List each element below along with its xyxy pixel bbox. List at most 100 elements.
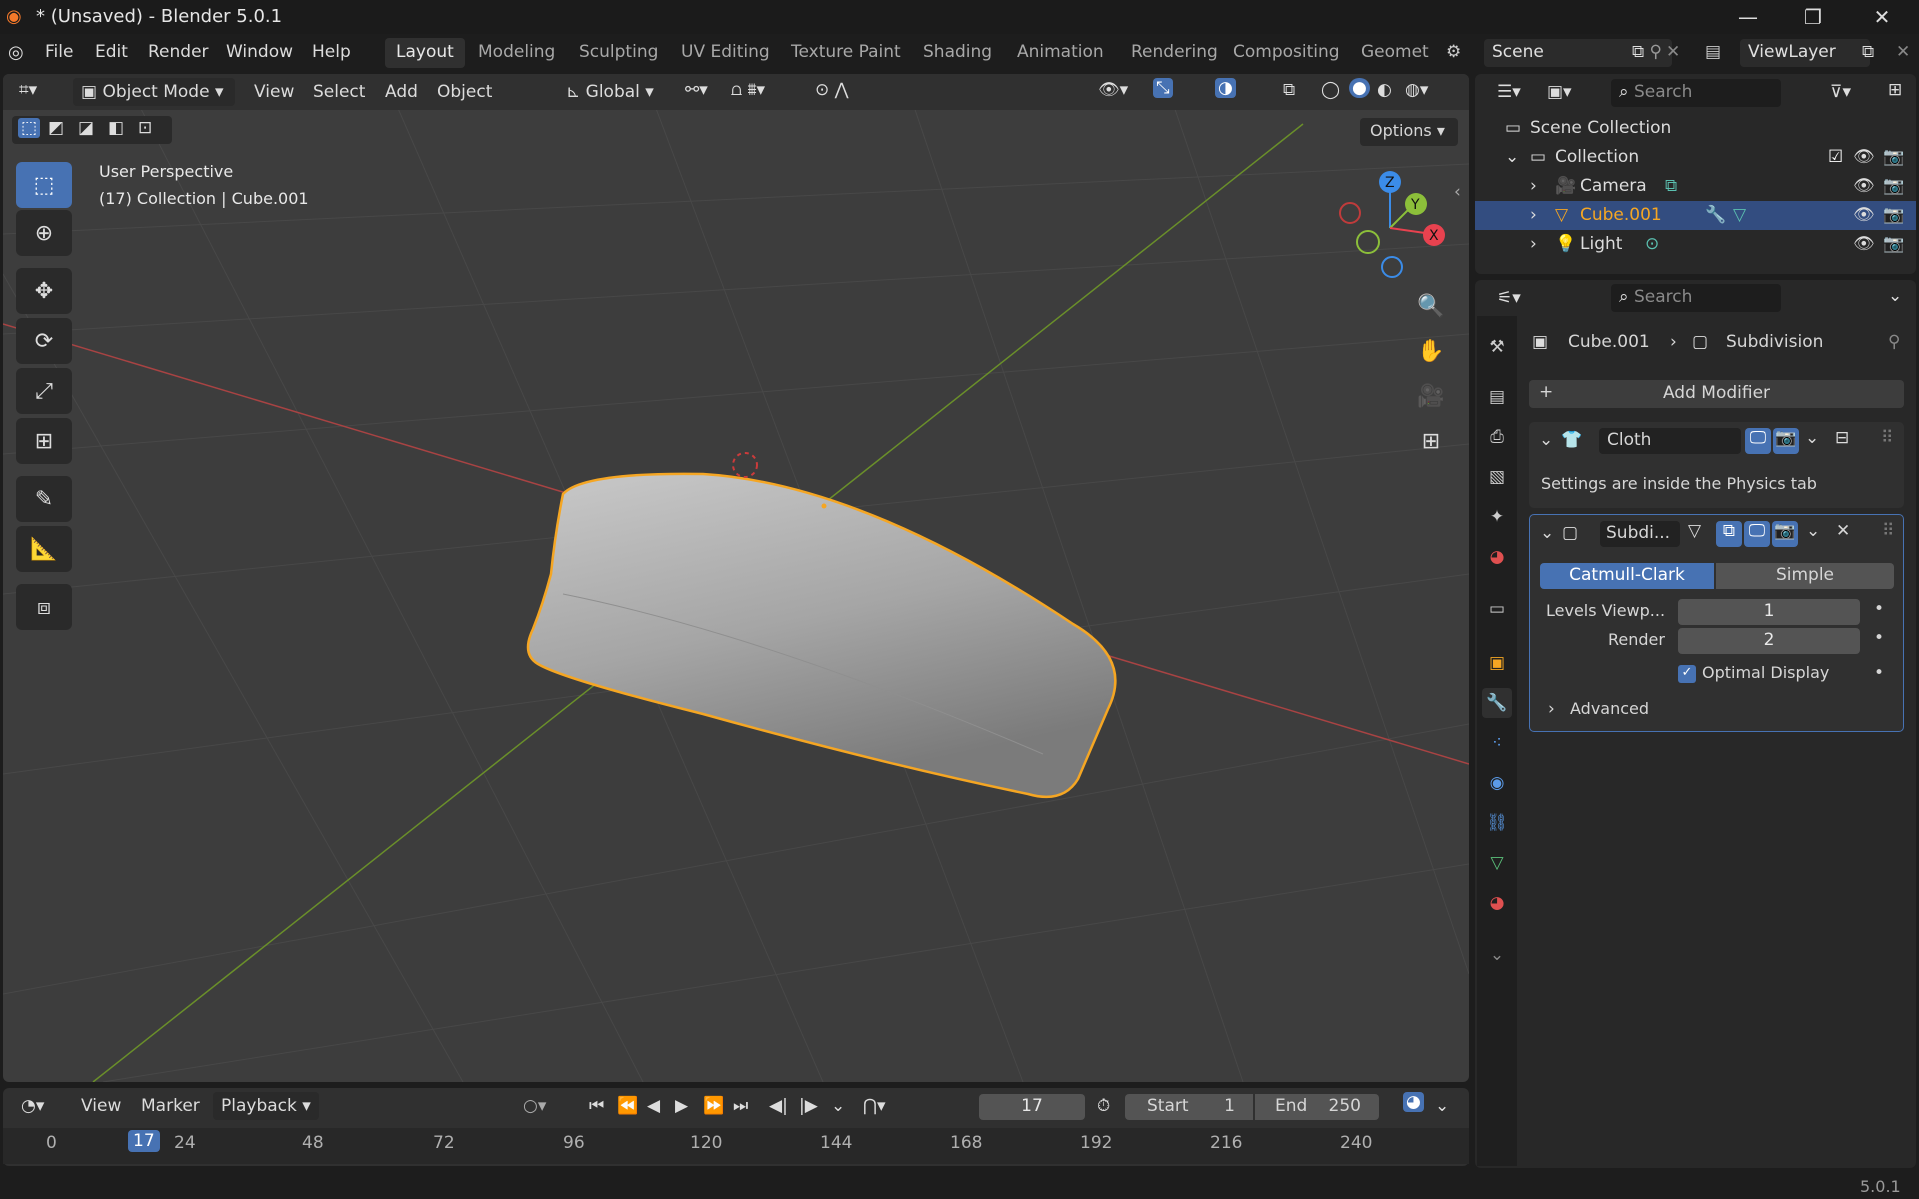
display-mode-icon[interactable]: ▣▾ bbox=[1547, 82, 1572, 102]
chevron-down-icon[interactable]: ⌄ bbox=[1435, 1096, 1449, 1116]
end-frame-field[interactable]: End 250 bbox=[1255, 1094, 1379, 1120]
show-viewport-icon[interactable]: 🖵 bbox=[1745, 428, 1771, 454]
collapse-icon[interactable]: ⌄ bbox=[1539, 430, 1553, 450]
tab-data[interactable]: ▽ bbox=[1482, 848, 1512, 878]
camera-data-icon[interactable]: ⧉ bbox=[1665, 176, 1677, 196]
simple-button[interactable]: Simple bbox=[1716, 563, 1894, 589]
cloth-name-field[interactable]: Cloth bbox=[1599, 428, 1741, 454]
eye-icon[interactable]: 👁 bbox=[1853, 234, 1875, 254]
ortho-toggle-button[interactable]: ⊞ bbox=[1410, 420, 1452, 462]
chevron-down-icon[interactable]: ⌄ bbox=[1888, 286, 1902, 306]
tab-modeling[interactable]: Modeling bbox=[467, 38, 566, 68]
outliner-editor-icon[interactable]: ☰▾ bbox=[1497, 82, 1521, 102]
show-render-icon[interactable]: 📷 bbox=[1773, 428, 1799, 454]
collapse-icon[interactable]: ⌄ bbox=[1540, 523, 1554, 543]
tab-material[interactable]: ◕ bbox=[1482, 888, 1512, 918]
measure-tool[interactable]: 📐 bbox=[16, 526, 72, 572]
select-intersect-icon[interactable]: ⊡ bbox=[138, 118, 152, 138]
timeline-frame-ruler[interactable] bbox=[3, 1128, 1469, 1164]
show-viewport-icon[interactable]: 🖵 bbox=[1744, 521, 1770, 547]
viewport-menu-object[interactable]: Object bbox=[429, 78, 500, 106]
tab-view-layer[interactable]: ▧ bbox=[1482, 462, 1512, 492]
options-button[interactable]: Options ▾ bbox=[1360, 118, 1458, 146]
start-frame-field[interactable]: Start 1 bbox=[1125, 1094, 1253, 1120]
outliner-search[interactable]: ⌕ Search bbox=[1611, 79, 1781, 107]
outliner-item-camera[interactable]: › 🎥 Camera ⧉ 👁 📷 bbox=[1475, 172, 1916, 201]
tab-layout[interactable]: Layout bbox=[385, 38, 465, 68]
remove-modifier-icon[interactable]: ✕ bbox=[1836, 521, 1850, 541]
view-layer-selector[interactable]: ViewLayer bbox=[1740, 39, 1870, 67]
toggle-settings-icon[interactable]: ⊟ bbox=[1835, 428, 1849, 448]
camera-view-button[interactable]: 🎥 bbox=[1410, 375, 1452, 417]
properties-editor-icon[interactable]: ⚟▾ bbox=[1497, 288, 1521, 308]
annotate-tool[interactable]: ✎ bbox=[16, 476, 72, 522]
new-scene-icon[interactable]: ⧉ bbox=[1632, 42, 1644, 62]
tab-geometry-nodes[interactable]: Geometr bbox=[1350, 38, 1430, 68]
next-keyframe-icon[interactable]: |▶ bbox=[799, 1096, 818, 1116]
expand-collection-icon[interactable]: ⌄ bbox=[1505, 147, 1519, 167]
show-render-icon[interactable]: 📷 bbox=[1772, 521, 1798, 547]
visibility-icon[interactable]: 👁▾ bbox=[1098, 80, 1128, 100]
viewport-menu-select[interactable]: Select bbox=[305, 78, 373, 106]
chevron-down-icon[interactable]: ⌄ bbox=[831, 1096, 845, 1116]
tab-rendering[interactable]: Rendering bbox=[1120, 38, 1229, 68]
chevron-down-icon[interactable]: ⌄ bbox=[1806, 521, 1820, 541]
timeline-menu-marker[interactable]: Marker bbox=[133, 1092, 208, 1120]
tab-render[interactable]: ▤ bbox=[1482, 382, 1512, 412]
subdiv-name-field[interactable]: Subdi... bbox=[1600, 521, 1680, 547]
modifier-wrench-icon[interactable]: 🔧 bbox=[1705, 205, 1726, 225]
tab-sculpting[interactable]: Sculpting bbox=[568, 38, 669, 68]
tabs-more[interactable]: ⌄ bbox=[1482, 940, 1512, 970]
select-box-tool[interactable]: ⬚ bbox=[16, 162, 72, 208]
move-tool[interactable]: ✥ bbox=[16, 268, 72, 314]
exclude-checkbox[interactable]: ☑ bbox=[1828, 147, 1843, 167]
pivot-icon[interactable]: ⚯▾ bbox=[685, 80, 708, 100]
add-modifier-button[interactable]: + Add Modifier bbox=[1529, 380, 1904, 408]
edit-mode-icon[interactable]: ⧉ bbox=[1716, 521, 1742, 547]
cube-001-pillow[interactable] bbox=[526, 472, 1117, 799]
sidebar-toggle-icon[interactable]: ‹ bbox=[1454, 182, 1461, 202]
material-shading-icon[interactable]: ◐ bbox=[1377, 80, 1392, 100]
viewport-menu-add[interactable]: Add bbox=[377, 78, 426, 106]
tab-constraints[interactable]: ⛓ bbox=[1482, 808, 1512, 838]
menu-window[interactable]: Window bbox=[226, 42, 293, 62]
chevron-down-icon[interactable]: ⌄ bbox=[1805, 428, 1819, 448]
outliner-scene-collection[interactable]: ▭ Scene Collection bbox=[1475, 114, 1916, 143]
pin-icon[interactable]: ⚲ bbox=[1888, 332, 1900, 352]
on-cage-icon[interactable]: ▽ bbox=[1688, 521, 1701, 541]
snap-icon[interactable]: ⩍ ⩩▾ bbox=[731, 80, 765, 100]
drag-handle-icon[interactable]: ⠿ bbox=[1881, 428, 1893, 448]
expand-icon[interactable]: › bbox=[1530, 205, 1537, 225]
jump-keyframe-back-icon[interactable]: ⏪ bbox=[617, 1096, 638, 1116]
render-levels-field[interactable]: 2 bbox=[1678, 628, 1860, 654]
tab-scene[interactable]: ✦ bbox=[1482, 502, 1512, 532]
keyframe-dot-icon[interactable]: • bbox=[1874, 599, 1884, 619]
eye-icon[interactable]: 👁 bbox=[1853, 147, 1875, 167]
render-camera-icon[interactable]: 📷 bbox=[1883, 147, 1904, 167]
overlay-toggle-icon[interactable]: ◑ bbox=[1215, 78, 1236, 98]
outliner-collection[interactable]: ⌄ ▭ Collection ☑ 👁 📷 bbox=[1475, 143, 1916, 172]
optimal-display-checkbox[interactable]: ✓ bbox=[1678, 665, 1696, 683]
add-cube-tool[interactable]: ⧈ bbox=[16, 584, 72, 630]
pan-button[interactable]: ✋ bbox=[1410, 330, 1452, 372]
tab-texture-paint[interactable]: Texture Paint bbox=[780, 38, 912, 68]
snapping-icon[interactable]: ⋂▾ bbox=[863, 1096, 885, 1116]
auto-keying-icon[interactable]: ○▾ bbox=[523, 1096, 546, 1116]
play-icon[interactable]: ▶ bbox=[675, 1096, 688, 1116]
transform-orientation[interactable]: ⊾ Global ▾ bbox=[558, 78, 670, 106]
proportional-edit-icon[interactable]: ⊙ ⋀ bbox=[815, 80, 849, 100]
menu-help[interactable]: Help bbox=[312, 42, 351, 62]
mesh-data-icon[interactable]: ▽ bbox=[1733, 205, 1746, 225]
3d-viewport[interactable] bbox=[3, 74, 1469, 1082]
transform-tool[interactable]: ⊞ bbox=[16, 418, 72, 464]
maximize-button[interactable]: ❐ bbox=[1783, 0, 1843, 34]
playhead[interactable]: 17 bbox=[128, 1130, 160, 1152]
tab-compositing[interactable]: Compositing bbox=[1222, 38, 1351, 68]
delete-view-layer-icon[interactable]: ✕ bbox=[1896, 42, 1910, 62]
outliner-item-light[interactable]: › 💡 Light ⊙ 👁 📷 bbox=[1475, 230, 1916, 259]
play-reverse-icon[interactable]: ◀ bbox=[647, 1096, 660, 1116]
render-camera-icon[interactable]: 📷 bbox=[1883, 205, 1904, 225]
tab-collection[interactable]: ▭ bbox=[1482, 594, 1512, 624]
minimize-button[interactable]: — bbox=[1718, 0, 1778, 34]
select-mode-bar[interactable]: ⬚ ◩ ◪ ◧ ⊡ bbox=[12, 116, 172, 144]
